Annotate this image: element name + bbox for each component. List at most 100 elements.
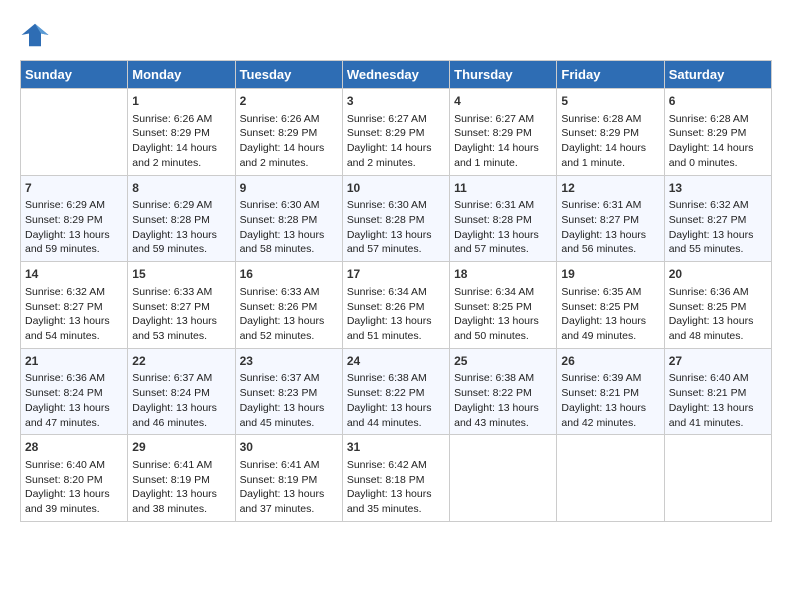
day-number: 22 [132,353,230,370]
calendar-week-row: 14 Sunrise: 6:32 AMSunset: 8:27 PMDayligh… [21,262,772,349]
day-sun-info: Sunrise: 6:38 AMSunset: 8:22 PMDaylight:… [454,371,552,430]
calendar-day-cell: 4Sunrise: 6:27 AMSunset: 8:29 PMDaylight… [450,89,557,176]
calendar-day-cell: 2 Sunrise: 6:26 AMSunset: 8:29 PMDaylight… [235,89,342,176]
day-sun-info: Sunrise: 6:40 AMSunset: 8:20 PMDaylight:… [25,458,123,517]
day-number: 14 [25,266,123,283]
header-saturday: Saturday [664,61,771,89]
day-sun-info: Sunrise: 6:32 AMSunset: 8:27 PMDaylight:… [669,198,767,257]
day-sun-info: Sunrise: 6:29 AMSunset: 8:29 PMDaylight:… [25,198,123,257]
calendar-day-cell: 10Sunrise: 6:30 AMSunset: 8:28 PMDayligh… [342,175,449,262]
calendar-day-cell [557,435,664,522]
calendar-day-cell: 3Sunrise: 6:27 AMSunset: 8:29 PMDaylight… [342,89,449,176]
day-sun-info: Sunrise: 6:41 AMSunset: 8:19 PMDaylight:… [132,458,230,517]
calendar-day-cell: 9Sunrise: 6:30 AMSunset: 8:28 PMDaylight… [235,175,342,262]
day-number: 26 [561,353,659,370]
calendar-day-cell: 27Sunrise: 6:40 AMSunset: 8:21 PMDayligh… [664,348,771,435]
day-sun-info: Sunrise: 6:30 AMSunset: 8:28 PMDaylight:… [347,198,445,257]
day-number: 2 [240,93,338,110]
day-sun-info: Sunrise: 6:26 AMSunset: 8:29 PMDaylight:… [240,112,338,171]
day-number: 17 [347,266,445,283]
day-number: 4 [454,93,552,110]
day-number: 12 [561,180,659,197]
day-sun-info: Sunrise: 6:34 AMSunset: 8:26 PMDaylight:… [347,285,445,344]
day-sun-info: Sunrise: 6:28 AMSunset: 8:29 PMDaylight:… [669,112,767,171]
day-number: 19 [561,266,659,283]
calendar-day-cell: 26Sunrise: 6:39 AMSunset: 8:21 PMDayligh… [557,348,664,435]
calendar-day-cell [21,89,128,176]
calendar-day-cell: 30 Sunrise: 6:41 AMSunset: 8:19 PMDayligh… [235,435,342,522]
calendar-day-cell: 15Sunrise: 6:33 AMSunset: 8:27 PMDayligh… [128,262,235,349]
day-sun-info: Sunrise: 6:38 AMSunset: 8:22 PMDaylight:… [347,371,445,430]
day-sun-info: Sunrise: 6:42 AMSunset: 8:18 PMDaylight:… [347,458,445,517]
calendar-header: Sunday Monday Tuesday Wednesday Thursday… [21,61,772,89]
day-sun-info: Sunrise: 6:29 AMSunset: 8:28 PMDaylight:… [132,198,230,257]
day-sun-info: Sunrise: 6:31 AMSunset: 8:27 PMDaylight:… [561,198,659,257]
day-sun-info: Sunrise: 6:37 AMSunset: 8:23 PMDaylight:… [240,371,338,430]
logo [20,20,54,50]
header-friday: Friday [557,61,664,89]
calendar-table: Sunday Monday Tuesday Wednesday Thursday… [20,60,772,522]
calendar-day-cell: 19 Sunrise: 6:35 AMSunset: 8:25 PMDayligh… [557,262,664,349]
day-sun-info: Sunrise: 6:41 AMSunset: 8:19 PMDaylight:… [240,458,338,517]
day-number: 23 [240,353,338,370]
day-sun-info: Sunrise: 6:31 AMSunset: 8:28 PMDaylight:… [454,198,552,257]
calendar-day-cell: 29 Sunrise: 6:41 AMSunset: 8:19 PMDayligh… [128,435,235,522]
header-sunday: Sunday [21,61,128,89]
calendar-day-cell: 8Sunrise: 6:29 AMSunset: 8:28 PMDaylight… [128,175,235,262]
calendar-body: 1 Sunrise: 6:26 AMSunset: 8:29 PMDaylight… [21,89,772,522]
day-number: 6 [669,93,767,110]
header-tuesday: Tuesday [235,61,342,89]
calendar-day-cell: 12Sunrise: 6:31 AMSunset: 8:27 PMDayligh… [557,175,664,262]
calendar-day-cell: 7Sunrise: 6:29 AMSunset: 8:29 PMDaylight… [21,175,128,262]
calendar-day-cell: 13Sunrise: 6:32 AMSunset: 8:27 PMDayligh… [664,175,771,262]
day-sun-info: Sunrise: 6:27 AMSunset: 8:29 PMDaylight:… [347,112,445,171]
day-number: 27 [669,353,767,370]
day-sun-info: Sunrise: 6:36 AMSunset: 8:24 PMDaylight:… [25,371,123,430]
calendar-day-cell: 17 Sunrise: 6:34 AMSunset: 8:26 PMDayligh… [342,262,449,349]
day-number: 1 [132,93,230,110]
header-monday: Monday [128,61,235,89]
day-sun-info: Sunrise: 6:32 AMSunset: 8:27 PMDaylight:… [25,285,123,344]
day-sun-info: Sunrise: 6:40 AMSunset: 8:21 PMDaylight:… [669,371,767,430]
calendar-day-cell: 16Sunrise: 6:33 AMSunset: 8:26 PMDayligh… [235,262,342,349]
calendar-day-cell: 24Sunrise: 6:38 AMSunset: 8:22 PMDayligh… [342,348,449,435]
calendar-week-row: 7Sunrise: 6:29 AMSunset: 8:29 PMDaylight… [21,175,772,262]
day-number: 31 [347,439,445,456]
day-sun-info: Sunrise: 6:35 AMSunset: 8:25 PMDaylight:… [561,285,659,344]
day-number: 24 [347,353,445,370]
day-number: 29 [132,439,230,456]
day-number: 11 [454,180,552,197]
calendar-day-cell: 20 Sunrise: 6:36 AMSunset: 8:25 PMDayligh… [664,262,771,349]
day-number: 10 [347,180,445,197]
calendar-day-cell: 11Sunrise: 6:31 AMSunset: 8:28 PMDayligh… [450,175,557,262]
calendar-day-cell: 22Sunrise: 6:37 AMSunset: 8:24 PMDayligh… [128,348,235,435]
calendar-day-cell [664,435,771,522]
calendar-day-cell: 14 Sunrise: 6:32 AMSunset: 8:27 PMDayligh… [21,262,128,349]
day-number: 15 [132,266,230,283]
calendar-day-cell: 6 Sunrise: 6:28 AMSunset: 8:29 PMDaylight… [664,89,771,176]
day-sun-info: Sunrise: 6:30 AMSunset: 8:28 PMDaylight:… [240,198,338,257]
day-number: 30 [240,439,338,456]
day-number: 13 [669,180,767,197]
day-sun-info: Sunrise: 6:26 AMSunset: 8:29 PMDaylight:… [132,112,230,171]
calendar-day-cell: 23Sunrise: 6:37 AMSunset: 8:23 PMDayligh… [235,348,342,435]
header-wednesday: Wednesday [342,61,449,89]
day-sun-info: Sunrise: 6:34 AMSunset: 8:25 PMDaylight:… [454,285,552,344]
day-number: 5 [561,93,659,110]
day-sun-info: Sunrise: 6:28 AMSunset: 8:29 PMDaylight:… [561,112,659,171]
calendar-day-cell: 18 Sunrise: 6:34 AMSunset: 8:25 PMDayligh… [450,262,557,349]
day-sun-info: Sunrise: 6:36 AMSunset: 8:25 PMDaylight:… [669,285,767,344]
day-sun-info: Sunrise: 6:37 AMSunset: 8:24 PMDaylight:… [132,371,230,430]
day-number: 20 [669,266,767,283]
calendar-week-row: 21Sunrise: 6:36 AMSunset: 8:24 PMDayligh… [21,348,772,435]
calendar-day-cell: 21Sunrise: 6:36 AMSunset: 8:24 PMDayligh… [21,348,128,435]
day-sun-info: Sunrise: 6:39 AMSunset: 8:21 PMDaylight:… [561,371,659,430]
day-number: 7 [25,180,123,197]
day-sun-info: Sunrise: 6:33 AMSunset: 8:26 PMDaylight:… [240,285,338,344]
calendar-day-cell: 31 Sunrise: 6:42 AMSunset: 8:18 PMDayligh… [342,435,449,522]
logo-icon [20,20,50,50]
page-header [20,20,772,50]
header-thursday: Thursday [450,61,557,89]
day-number: 9 [240,180,338,197]
day-number: 18 [454,266,552,283]
